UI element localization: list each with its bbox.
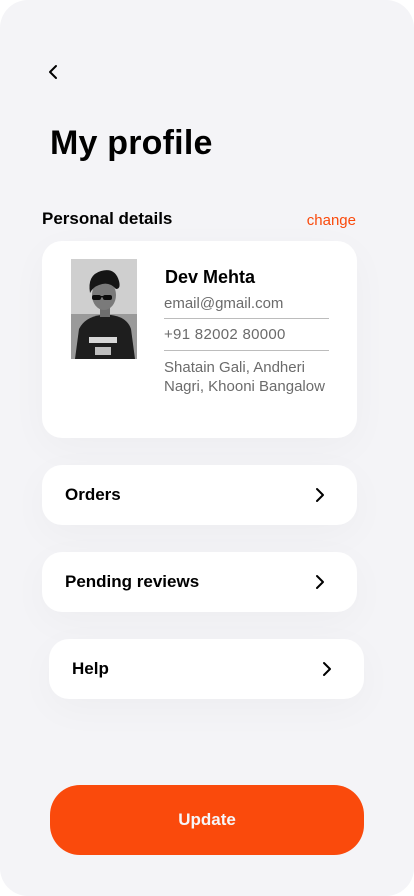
profile-card: Dev Mehta email@gmail.com +91 82002 8000… <box>42 241 357 438</box>
menu-item-pending-reviews[interactable]: Pending reviews <box>42 552 357 612</box>
chevron-left-icon <box>49 65 57 79</box>
user-phone: +91 82002 80000 <box>164 326 286 343</box>
menu-item-label: Orders <box>65 485 121 504</box>
profile-screen: My profile Personal details change Dev M… <box>0 0 414 896</box>
chevron-right-icon <box>316 488 324 502</box>
menu-item-help[interactable]: Help <box>49 639 364 699</box>
personal-details-label: Personal details <box>42 209 173 228</box>
user-email: email@gmail.com <box>164 295 284 312</box>
user-address: Shatain Gali, Andheri Nagri, Khooni Bang… <box>164 359 325 395</box>
user-name: Dev Mehta <box>165 267 256 287</box>
divider <box>164 318 329 319</box>
menu-item-orders[interactable]: Orders <box>42 465 357 525</box>
update-button[interactable]: Update <box>50 785 364 855</box>
change-link[interactable]: change <box>307 212 356 229</box>
divider <box>164 350 329 351</box>
menu-item-label: Pending reviews <box>65 572 200 591</box>
chevron-right-icon <box>323 662 331 676</box>
chevron-right-icon <box>316 575 324 589</box>
page-title: My profile <box>50 124 213 162</box>
avatar <box>71 259 137 359</box>
back-button[interactable] <box>40 58 66 86</box>
menu-item-label: Help <box>72 659 109 678</box>
